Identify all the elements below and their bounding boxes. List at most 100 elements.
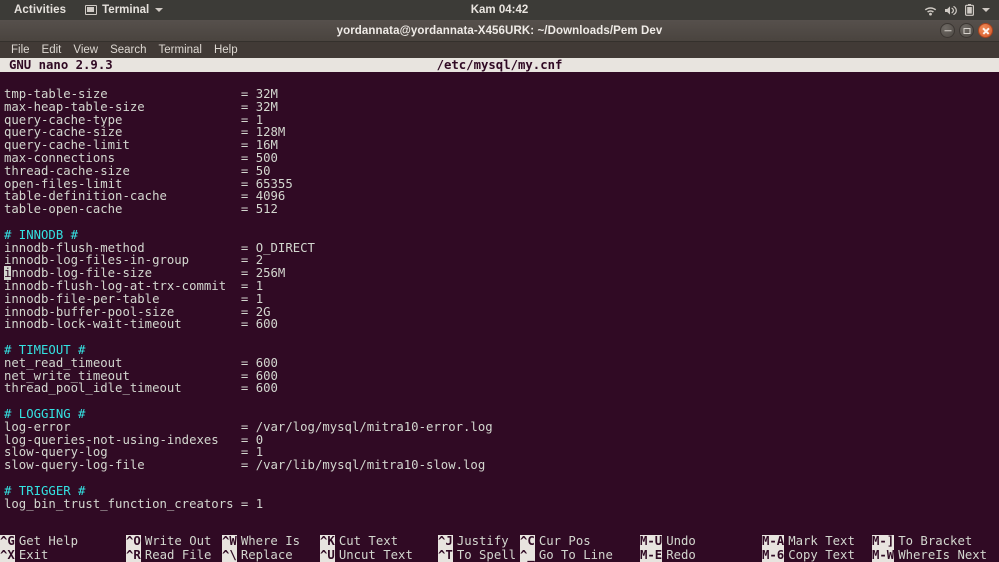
window-title-bar[interactable]: yordannata@yordannata-X456URK: ~/Downloa…	[0, 20, 999, 42]
shortcut-key: ^_	[520, 547, 535, 562]
shortcut-read-file[interactable]: ^R Read File	[126, 547, 212, 562]
config-section-comment: # TIMEOUT #	[4, 342, 86, 357]
shortcut-label: Uncut Text	[338, 547, 413, 562]
menu-item-file[interactable]: File	[5, 42, 36, 58]
menu-item-view[interactable]: View	[67, 42, 104, 58]
shortcut-key: M-]	[872, 534, 895, 549]
shortcut-replace[interactable]: ^\ Replace	[222, 548, 293, 562]
activities-button[interactable]: Activities	[7, 4, 73, 16]
config-line: tmp-table-size = 32M	[4, 87, 278, 101]
shortcut-key: ^T	[438, 547, 453, 562]
shortcut-undo[interactable]: M-U Undo	[640, 534, 696, 549]
close-button[interactable]	[978, 23, 993, 38]
config-section-comment: # TRIGGER #	[4, 483, 86, 498]
config-line: innodb-lock-wait-timeout = 600	[4, 317, 278, 332]
shortcut-label: Read File	[144, 547, 212, 562]
nano-title-bar: GNU nano 2.9.3 /etc/mysql/my.cnf	[0, 58, 999, 72]
config-section-comment: # LOGGING #	[4, 406, 86, 421]
shortcut-key: M-6	[762, 547, 785, 562]
config-line: innodb-file-per-table = 1	[4, 291, 264, 306]
shortcut-label: Mark Text	[788, 534, 855, 548]
shortcut-key: ^X	[0, 547, 15, 562]
shortcut-label: Copy Text	[788, 547, 855, 562]
shortcut-redo[interactable]: M-E Redo	[640, 547, 696, 562]
shortcut-copy-text[interactable]: M-6 Copy Text	[762, 547, 855, 562]
shortcut-key: ^C	[520, 534, 535, 549]
shortcut-to-spell[interactable]: ^T To Spell	[438, 547, 517, 562]
shortcut-key: M-U	[640, 534, 663, 549]
menu-item-edit[interactable]: Edit	[36, 42, 68, 58]
shortcut-mark-text[interactable]: M-A Mark Text	[762, 534, 855, 549]
terminal-area[interactable]: GNU nano 2.9.3 /etc/mysql/my.cnf tmp-tab…	[0, 58, 999, 562]
menu-item-terminal[interactable]: Terminal	[153, 42, 208, 58]
maximize-button[interactable]	[959, 23, 974, 38]
nano-filename: /etc/mysql/my.cnf	[436, 58, 563, 72]
menu-item-help[interactable]: Help	[208, 42, 244, 58]
shortcut-key: ^K	[320, 534, 335, 549]
chevron-down-icon	[155, 8, 164, 12]
shortcut-label: Justify	[456, 534, 509, 548]
shortcut-label: Redo	[666, 547, 696, 562]
wifi-icon	[924, 5, 937, 16]
shortcut-key: ^R	[126, 547, 141, 562]
config-line: slow-query-log-file = /var/lib/mysql/mit…	[4, 458, 486, 473]
config-line: log_bin_trust_function_creators = 1	[4, 496, 264, 511]
config-line: net_read_timeout = 600	[4, 355, 278, 370]
shortcut-cur-pos[interactable]: ^C Cur Pos	[520, 534, 591, 549]
shortcut-go-to-line[interactable]: ^_ Go To Line	[520, 547, 613, 562]
nano-shortcut-row-2: ^X Exit ^R Read File ^\ Replace ^U Uncut Text ^T…	[0, 547, 999, 562]
shortcut-key: ^G	[0, 534, 15, 549]
app-menu-terminal[interactable]: Terminal	[79, 4, 169, 16]
config-line: thread-cache-size = 50	[4, 163, 271, 178]
shortcut-to-bracket[interactable]: M-] To Bracket	[872, 534, 973, 549]
desktop-screen: Activities Terminal Kam 04:42 yordannata…	[0, 0, 999, 562]
terminal-icon	[85, 5, 98, 15]
config-line: log-error = /var/log/mysql/mitra10-error…	[4, 419, 493, 434]
shortcut-key: M-A	[762, 534, 785, 549]
shortcut-justify[interactable]: ^J Justify	[438, 534, 509, 549]
shortcut-label: Exit	[18, 547, 49, 562]
shortcut-cut-text[interactable]: ^K Cut Text	[320, 534, 399, 549]
shortcut-get-help[interactable]: ^G Get Help	[0, 534, 79, 549]
window-controls	[940, 23, 993, 38]
menu-bar: File Edit View Search Terminal Help	[0, 42, 999, 58]
shortcut-where-is[interactable]: ^W Where Is	[222, 534, 301, 549]
nano-shortcut-bar: ^G Get Help ^O Write Out ^W Where Is ^K Cut Tex…	[0, 534, 999, 562]
system-tray[interactable]	[924, 4, 992, 16]
menu-item-search[interactable]: Search	[104, 42, 152, 58]
shortcut-label: Get Help	[18, 534, 79, 548]
config-section-comment: # INNODB #	[4, 227, 79, 242]
config-line: max-connections = 500	[4, 150, 278, 165]
shortcut-label: Cur Pos	[538, 534, 591, 548]
shortcut-key: M-E	[640, 547, 663, 562]
shortcut-key: ^U	[320, 547, 335, 562]
shortcut-label: Go To Line	[538, 547, 613, 562]
config-line: innodb-flush-log-at-trx-commit = 1	[4, 278, 264, 293]
gnome-top-bar: Activities Terminal Kam 04:42	[0, 0, 999, 20]
shortcut-label: To Spell	[456, 547, 517, 562]
shortcut-uncut-text[interactable]: ^U Uncut Text	[320, 547, 413, 562]
shortcut-exit[interactable]: ^X Exit	[0, 547, 49, 562]
shortcut-key: M-W	[872, 547, 895, 562]
shortcut-label: Write Out	[144, 534, 212, 548]
volume-icon	[944, 5, 958, 16]
nano-editor-content[interactable]: tmp-table-size = 32M max-heap-table-size …	[0, 72, 999, 517]
config-line: max-heap-table-size = 32M	[4, 99, 278, 114]
shortcut-key: ^J	[438, 534, 453, 549]
shortcut-key: ^W	[222, 534, 237, 549]
shortcut-write-out[interactable]: ^O Write Out	[126, 534, 212, 549]
shortcut-label: Cut Text	[338, 534, 399, 548]
system-menu-chevron-down-icon[interactable]	[982, 8, 990, 12]
config-line: table-open-cache = 512	[4, 202, 278, 217]
battery-icon	[965, 4, 974, 16]
shortcut-label: Where Is	[240, 534, 301, 548]
shortcut-label: WhereIs Next	[898, 547, 988, 562]
minimize-button[interactable]	[940, 23, 955, 38]
shortcut-whereis-next[interactable]: M-W WhereIs Next	[872, 547, 988, 562]
shortcut-label: To Bracket	[898, 534, 973, 548]
shortcut-key: ^O	[126, 534, 141, 549]
app-menu-label: Terminal	[102, 4, 150, 16]
